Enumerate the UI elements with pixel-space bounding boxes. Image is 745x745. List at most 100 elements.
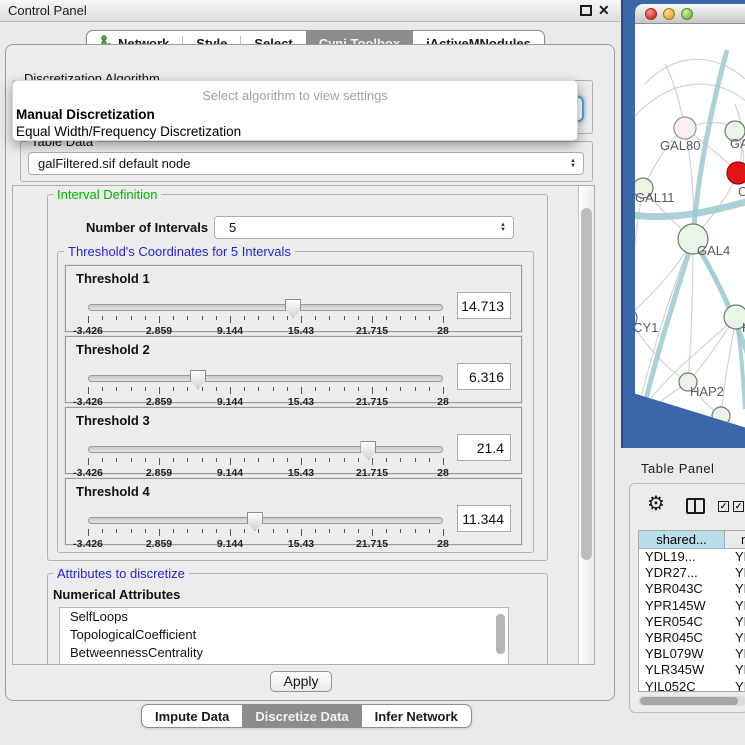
table-row[interactable]: YBR045CYBR0	[639, 630, 745, 646]
node-label-gal11: GAL11	[635, 190, 675, 205]
minimize-traffic-light-icon[interactable]	[663, 8, 675, 20]
threshold-value-field[interactable]: 21.4	[457, 434, 511, 461]
table-row[interactable]: YDL19...YDL1	[639, 549, 745, 565]
list-scrollbar-thumb[interactable]	[496, 614, 505, 654]
table-data-selected-value: galFiltered.sif default node	[29, 156, 570, 171]
checkbox-icon[interactable]: ✓	[718, 501, 729, 512]
threshold-slider[interactable]: -3.4262.8599.14415.4321.71528	[88, 515, 443, 543]
network-node-red[interactable]	[727, 162, 745, 184]
minor-tick	[415, 316, 416, 320]
slider-track[interactable]	[88, 446, 443, 453]
minor-tick	[386, 316, 387, 320]
checkbox-icon[interactable]: ✓	[733, 501, 744, 512]
node-label-c: C	[738, 184, 745, 199]
apply-button[interactable]: Apply	[270, 671, 332, 692]
table-panel-title: Table Panel	[641, 461, 714, 476]
minor-tick	[415, 387, 416, 391]
threshold-panel-3: Threshold 3-3.4262.8599.14415.4321.71528…	[65, 407, 522, 474]
combo-stepper-icon: ▲▼	[570, 159, 583, 169]
minor-tick	[287, 387, 288, 391]
minor-tick	[344, 529, 345, 533]
attribute-item-selfloops[interactable]: SelfLoops	[60, 608, 508, 626]
threshold-slider[interactable]: -3.4262.8599.14415.4321.71528	[88, 373, 443, 401]
popup-item-manual-discretization[interactable]: Manual Discretization	[13, 106, 577, 123]
threshold-value-field[interactable]: 6.316	[457, 363, 511, 390]
table-row[interactable]: YER054CYER0	[639, 614, 745, 630]
slider-thumb[interactable]	[190, 370, 206, 389]
tick-label: 9.144	[217, 538, 243, 550]
minor-tick	[358, 387, 359, 391]
tab-discretize-data[interactable]: Discretize Data	[242, 705, 361, 727]
gear-icon[interactable]: ⚙	[647, 494, 665, 514]
vertical-scrollbar-thumb[interactable]	[581, 208, 592, 560]
minor-tick	[386, 529, 387, 533]
tab-label: Infer Network	[375, 709, 458, 724]
table-row[interactable]: YIL052CYIL0	[639, 679, 745, 693]
tab-impute-data[interactable]: Impute Data	[142, 705, 242, 727]
popup-item-equal-width-frequency-discretization[interactable]: Equal Width/Frequency Discretization	[13, 123, 577, 140]
close-traffic-light-icon[interactable]	[645, 8, 657, 20]
major-tick	[159, 529, 160, 536]
threshold-value-field[interactable]: 14.713	[457, 292, 511, 319]
close-icon[interactable]: ✕	[598, 2, 610, 19]
table-row[interactable]: YLR345WYLR3	[639, 662, 745, 678]
node-table[interactable]: shared... na YDL19...YDL1YDR27...YDR2YBR…	[638, 530, 745, 692]
slider-track[interactable]	[88, 517, 443, 524]
bottom-tab-strip: Impute Data Discretize Data Infer Network	[141, 704, 472, 728]
split-view-icon[interactable]	[686, 498, 705, 514]
minor-tick	[344, 316, 345, 320]
table-row[interactable]: YBL079WYBL0	[639, 646, 745, 662]
minor-tick	[244, 529, 245, 533]
attribute-item-betweennesscentrality[interactable]: BetweennessCentrality	[60, 644, 508, 662]
cell-name: YBR0	[725, 630, 745, 646]
minor-tick	[429, 529, 430, 533]
table-row[interactable]: YBR043CYBR0	[639, 581, 745, 597]
horizontal-scrollbar[interactable]	[638, 696, 745, 706]
table-row[interactable]: YPR145WYPR1	[639, 598, 745, 614]
threshold-slider[interactable]: -3.4262.8599.14415.4321.71528	[88, 302, 443, 330]
tab-label: Impute Data	[155, 709, 229, 724]
minor-tick	[173, 387, 174, 391]
cell-shared-name: YLR345W	[639, 662, 725, 678]
zoom-traffic-light-icon[interactable]	[681, 8, 693, 20]
column-header-name[interactable]: na	[725, 531, 745, 548]
attribute-item-topologicalcoefficient[interactable]: TopologicalCoefficient	[60, 626, 508, 644]
network-node-green[interactable]	[712, 407, 730, 425]
table-data-combobox[interactable]: galFiltered.sif default node ▲▼	[28, 152, 584, 175]
threshold-value-field[interactable]: 11.344	[457, 505, 511, 532]
vertical-scrollbar[interactable]	[578, 186, 594, 664]
minor-tick	[400, 529, 401, 533]
minor-tick	[273, 529, 274, 533]
tab-infer-network[interactable]: Infer Network	[362, 705, 471, 727]
node-label-hap2: HAP2	[690, 384, 724, 399]
minor-tick	[315, 529, 316, 533]
slider-track[interactable]	[88, 375, 443, 382]
attributes-group-title: Attributes to discretize	[53, 566, 189, 581]
threshold-slider[interactable]: -3.4262.8599.14415.4321.71528	[88, 444, 443, 472]
slider-thumb[interactable]	[360, 441, 376, 460]
minor-tick	[287, 458, 288, 462]
minor-tick	[102, 529, 103, 533]
numerical-attributes-list[interactable]: SelfLoopsTopologicalCoefficientBetweenne…	[59, 607, 509, 665]
column-header-shared[interactable]: shared...	[639, 531, 725, 548]
minor-tick	[131, 529, 132, 533]
network-node-pink[interactable]	[674, 117, 696, 139]
number-of-intervals-spinner[interactable]: 5 ▲▼	[214, 216, 514, 239]
major-tick	[159, 458, 160, 465]
slider-track[interactable]	[88, 304, 443, 311]
network-canvas[interactable]: GAL80GACGAL11GAL4GCY1HHAP2	[635, 24, 745, 428]
network-window: GAL80GACGAL11GAL4GCY1HHAP2	[621, 0, 745, 448]
minor-tick	[116, 387, 117, 391]
popup-item-list: Manual DiscretizationEqual Width/Frequen…	[13, 106, 577, 140]
slider-thumb[interactable]	[247, 512, 263, 531]
network-window-titlebar	[635, 4, 745, 24]
minor-tick	[273, 458, 274, 462]
number-of-intervals-value: 5	[215, 220, 500, 235]
float-window-icon[interactable]	[580, 5, 592, 16]
node-label-gal80: GAL80	[660, 138, 700, 153]
horizontal-scrollbar-thumb[interactable]	[640, 697, 738, 705]
minor-tick	[131, 387, 132, 391]
minor-tick	[145, 458, 146, 462]
minor-tick	[358, 458, 359, 462]
table-row[interactable]: YDR27...YDR2	[639, 565, 745, 581]
